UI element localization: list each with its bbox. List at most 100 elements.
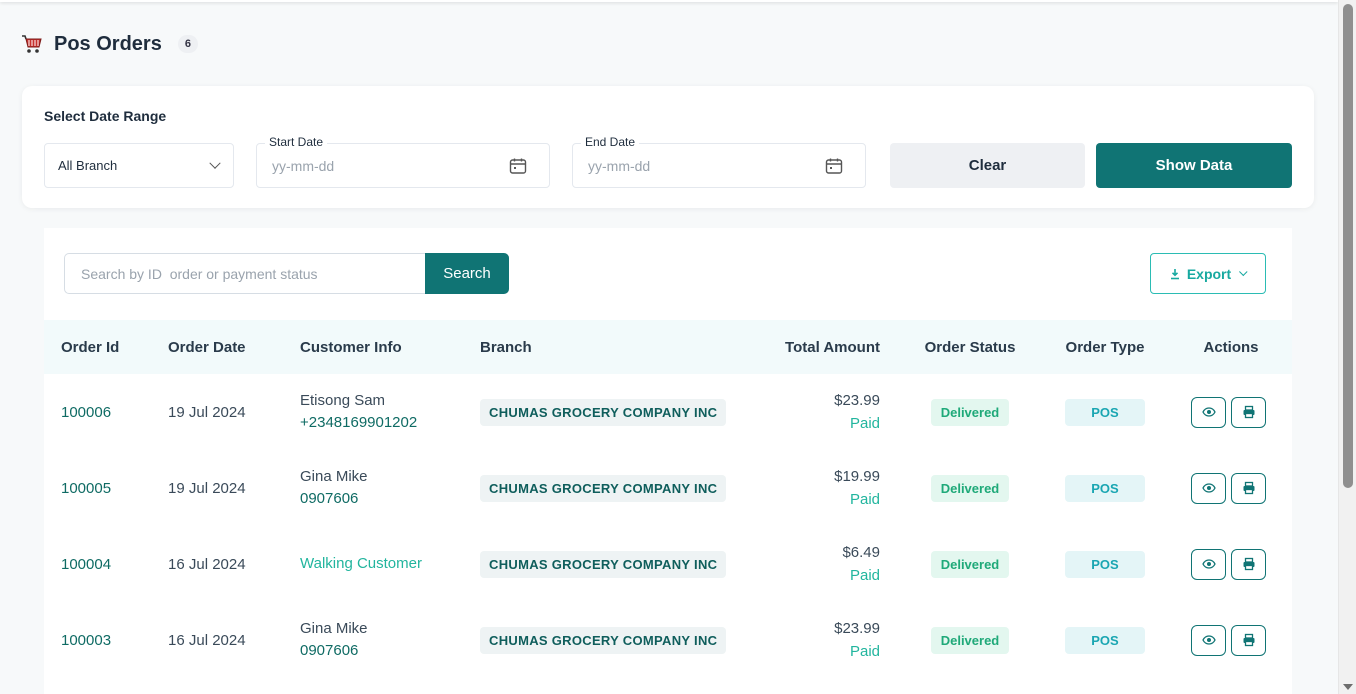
scroll-down-arrow-icon[interactable] bbox=[1343, 684, 1353, 690]
total-amount: $23.99 bbox=[834, 392, 880, 409]
order-id[interactable]: 100005 bbox=[44, 450, 168, 526]
payment-status: Paid bbox=[849, 491, 880, 508]
actions-cell bbox=[1170, 450, 1292, 526]
view-button[interactable] bbox=[1191, 624, 1226, 656]
actions-cell bbox=[1170, 374, 1292, 450]
type-cell: POS bbox=[1040, 374, 1170, 450]
start-date-placeholder: yy-mm-dd bbox=[272, 158, 335, 174]
order-date: 19 Jul 2024 bbox=[168, 403, 246, 421]
calendar-icon[interactable] bbox=[509, 157, 527, 175]
chevron-down-icon bbox=[1239, 267, 1248, 276]
amount-cell: $23.99 Paid bbox=[750, 374, 900, 450]
eye-icon bbox=[1201, 407, 1216, 417]
table-row: 100004 16 Jul 2024 Walking Customer CHUM… bbox=[44, 526, 1292, 602]
eye-icon bbox=[1201, 559, 1216, 569]
customer-info: Walking Customer bbox=[300, 526, 480, 602]
table-header-row: Order Id Order Date Customer Info Branch… bbox=[44, 320, 1292, 374]
customer-info: Etisong Sam +2348169901202 bbox=[300, 374, 480, 450]
actions-cell bbox=[1170, 526, 1292, 602]
column-header[interactable]: Order Type bbox=[1040, 320, 1170, 374]
view-button[interactable] bbox=[1191, 396, 1226, 428]
printer-icon bbox=[1243, 481, 1254, 495]
calendar-icon[interactable] bbox=[825, 157, 843, 175]
chevron-down-icon bbox=[209, 157, 221, 169]
print-button[interactable] bbox=[1231, 548, 1266, 580]
type-cell: POS bbox=[1040, 450, 1170, 526]
table-row: 100005 19 Jul 2024 Gina Mike 0907606 CHU… bbox=[44, 450, 1292, 526]
customer-phone: 0907606 bbox=[300, 490, 359, 507]
start-date-label: Start Date bbox=[265, 135, 328, 149]
order-id[interactable]: 100003 bbox=[44, 602, 168, 678]
branch-cell: CHUMAS GROCERY COMPANY INC bbox=[480, 602, 750, 678]
customer-name: Gina Mike bbox=[300, 620, 368, 637]
order-id[interactable]: 100006 bbox=[44, 374, 168, 450]
column-header[interactable]: Order Status bbox=[900, 320, 1040, 374]
column-header: Actions bbox=[1203, 338, 1259, 356]
type-cell: POS bbox=[1040, 602, 1170, 678]
table-row: 100006 19 Jul 2024 Etisong Sam +23481699… bbox=[44, 374, 1292, 450]
printer-icon bbox=[1243, 557, 1254, 571]
date-range-label: Select Date Range bbox=[44, 108, 167, 124]
order-date: 19 Jul 2024 bbox=[168, 479, 246, 497]
print-button[interactable] bbox=[1231, 472, 1266, 504]
total-amount: $6.49 bbox=[842, 544, 880, 561]
search-input[interactable] bbox=[65, 254, 426, 293]
clear-button[interactable]: Clear bbox=[890, 143, 1085, 188]
order-status-badge: Delivered bbox=[930, 626, 1010, 654]
column-header[interactable]: Branch bbox=[480, 320, 750, 374]
amount-cell: $6.49 Paid bbox=[750, 526, 900, 602]
branch-cell: CHUMAS GROCERY COMPANY INC bbox=[480, 450, 750, 526]
order-id[interactable]: 100004 bbox=[44, 526, 168, 602]
order-type-badge: POS bbox=[1065, 474, 1145, 502]
column-header[interactable]: Customer Info bbox=[300, 320, 480, 374]
scrollbar-thumb[interactable] bbox=[1343, 4, 1353, 488]
end-date-placeholder: yy-mm-dd bbox=[588, 158, 651, 174]
customer-name: Gina Mike bbox=[300, 468, 368, 485]
filter-card: Select Date Range All Branch Start Date … bbox=[22, 86, 1314, 208]
end-date-field[interactable]: End Date yy-mm-dd bbox=[572, 135, 866, 188]
branch-chip: CHUMAS GROCERY COMPANY INC bbox=[480, 626, 727, 654]
order-count-badge: 6 bbox=[177, 35, 198, 53]
start-date-field[interactable]: Start Date yy-mm-dd bbox=[256, 135, 550, 188]
export-label: Export bbox=[1186, 265, 1232, 282]
amount-cell: $23.99 Paid bbox=[750, 602, 900, 678]
status-cell: Delivered bbox=[900, 374, 1040, 450]
eye-icon bbox=[1201, 483, 1216, 493]
type-cell: POS bbox=[1040, 526, 1170, 602]
branch-cell: CHUMAS GROCERY COMPANY INC bbox=[480, 526, 750, 602]
export-button[interactable]: Export bbox=[1150, 253, 1266, 294]
status-cell: Delivered bbox=[900, 450, 1040, 526]
branch-chip: CHUMAS GROCERY COMPANY INC bbox=[480, 398, 727, 426]
table-row: 100003 16 Jul 2024 Gina Mike 0907606 CHU… bbox=[44, 602, 1292, 678]
column-header[interactable]: Order Date bbox=[168, 320, 300, 374]
end-date-label: End Date bbox=[581, 135, 640, 149]
order-type-badge: POS bbox=[1065, 398, 1145, 426]
order-date: 16 Jul 2024 bbox=[168, 631, 246, 649]
branch-select-value: All Branch bbox=[58, 158, 118, 173]
actions-cell bbox=[1170, 602, 1292, 678]
print-button[interactable] bbox=[1231, 396, 1266, 428]
customer-name: Etisong Sam bbox=[300, 392, 386, 409]
payment-status: Paid bbox=[849, 643, 880, 660]
search-box bbox=[64, 253, 426, 294]
order-status-badge: Delivered bbox=[930, 398, 1010, 426]
branch-chip: CHUMAS GROCERY COMPANY INC bbox=[480, 474, 727, 502]
search-button[interactable]: Search bbox=[425, 253, 509, 294]
branch-cell: CHUMAS GROCERY COMPANY INC bbox=[480, 374, 750, 450]
printer-icon bbox=[1243, 405, 1254, 419]
customer-phone: +2348169901202 bbox=[300, 414, 418, 431]
show-data-button[interactable]: Show Data bbox=[1096, 143, 1292, 188]
customer-phone: 0907606 bbox=[300, 642, 359, 659]
view-button[interactable] bbox=[1191, 472, 1226, 504]
print-button[interactable] bbox=[1231, 624, 1266, 656]
column-header[interactable]: Total Amount bbox=[750, 320, 900, 374]
branch-select[interactable]: All Branch bbox=[44, 143, 234, 188]
view-button[interactable] bbox=[1191, 548, 1226, 580]
total-amount: $19.99 bbox=[834, 468, 880, 485]
branch-chip: CHUMAS GROCERY COMPANY INC bbox=[480, 550, 727, 578]
vertical-scrollbar[interactable] bbox=[1338, 0, 1356, 694]
column-header[interactable]: Order Id bbox=[44, 320, 168, 374]
page-header: Pos Orders 6 bbox=[20, 32, 198, 56]
customer-name: Walking Customer bbox=[300, 555, 422, 572]
download-icon bbox=[1170, 268, 1179, 279]
